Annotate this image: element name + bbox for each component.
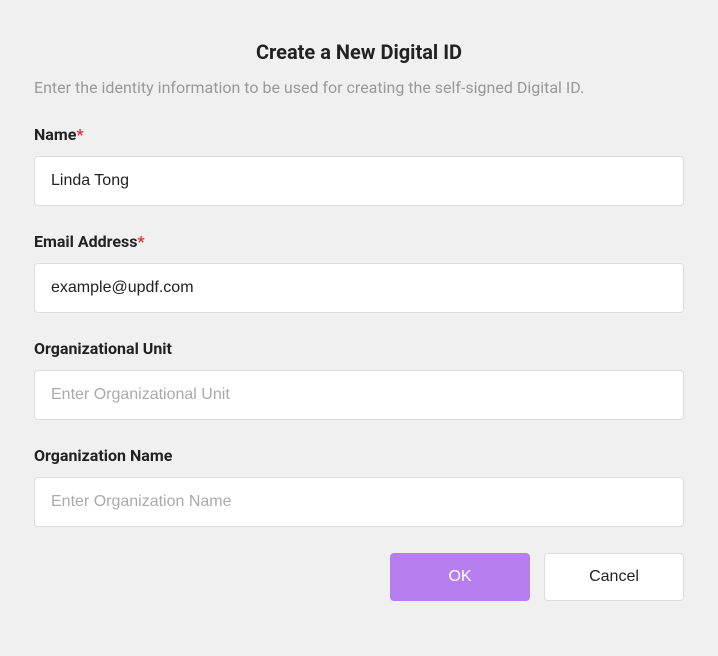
ok-button[interactable]: OK — [390, 553, 530, 601]
required-star: * — [137, 232, 144, 251]
name-label-text: Name — [34, 125, 76, 144]
name-label: Name* — [34, 125, 684, 144]
required-star: * — [76, 125, 83, 144]
name-input[interactable] — [34, 156, 684, 206]
button-row: OK Cancel — [34, 553, 684, 601]
org-unit-group: Organizational Unit — [34, 339, 684, 420]
org-name-input[interactable] — [34, 477, 684, 527]
name-group: Name* — [34, 125, 684, 206]
org-unit-label: Organizational Unit — [34, 339, 684, 358]
cancel-button[interactable]: Cancel — [544, 553, 684, 601]
dialog-subtitle: Enter the identity information to be use… — [34, 78, 684, 97]
dialog-title: Create a New Digital ID — [34, 40, 684, 64]
email-label: Email Address* — [34, 232, 684, 251]
org-unit-input[interactable] — [34, 370, 684, 420]
email-label-text: Email Address — [34, 232, 137, 251]
email-input[interactable] — [34, 263, 684, 313]
org-name-group: Organization Name — [34, 446, 684, 527]
email-group: Email Address* — [34, 232, 684, 313]
org-name-label: Organization Name — [34, 446, 684, 465]
